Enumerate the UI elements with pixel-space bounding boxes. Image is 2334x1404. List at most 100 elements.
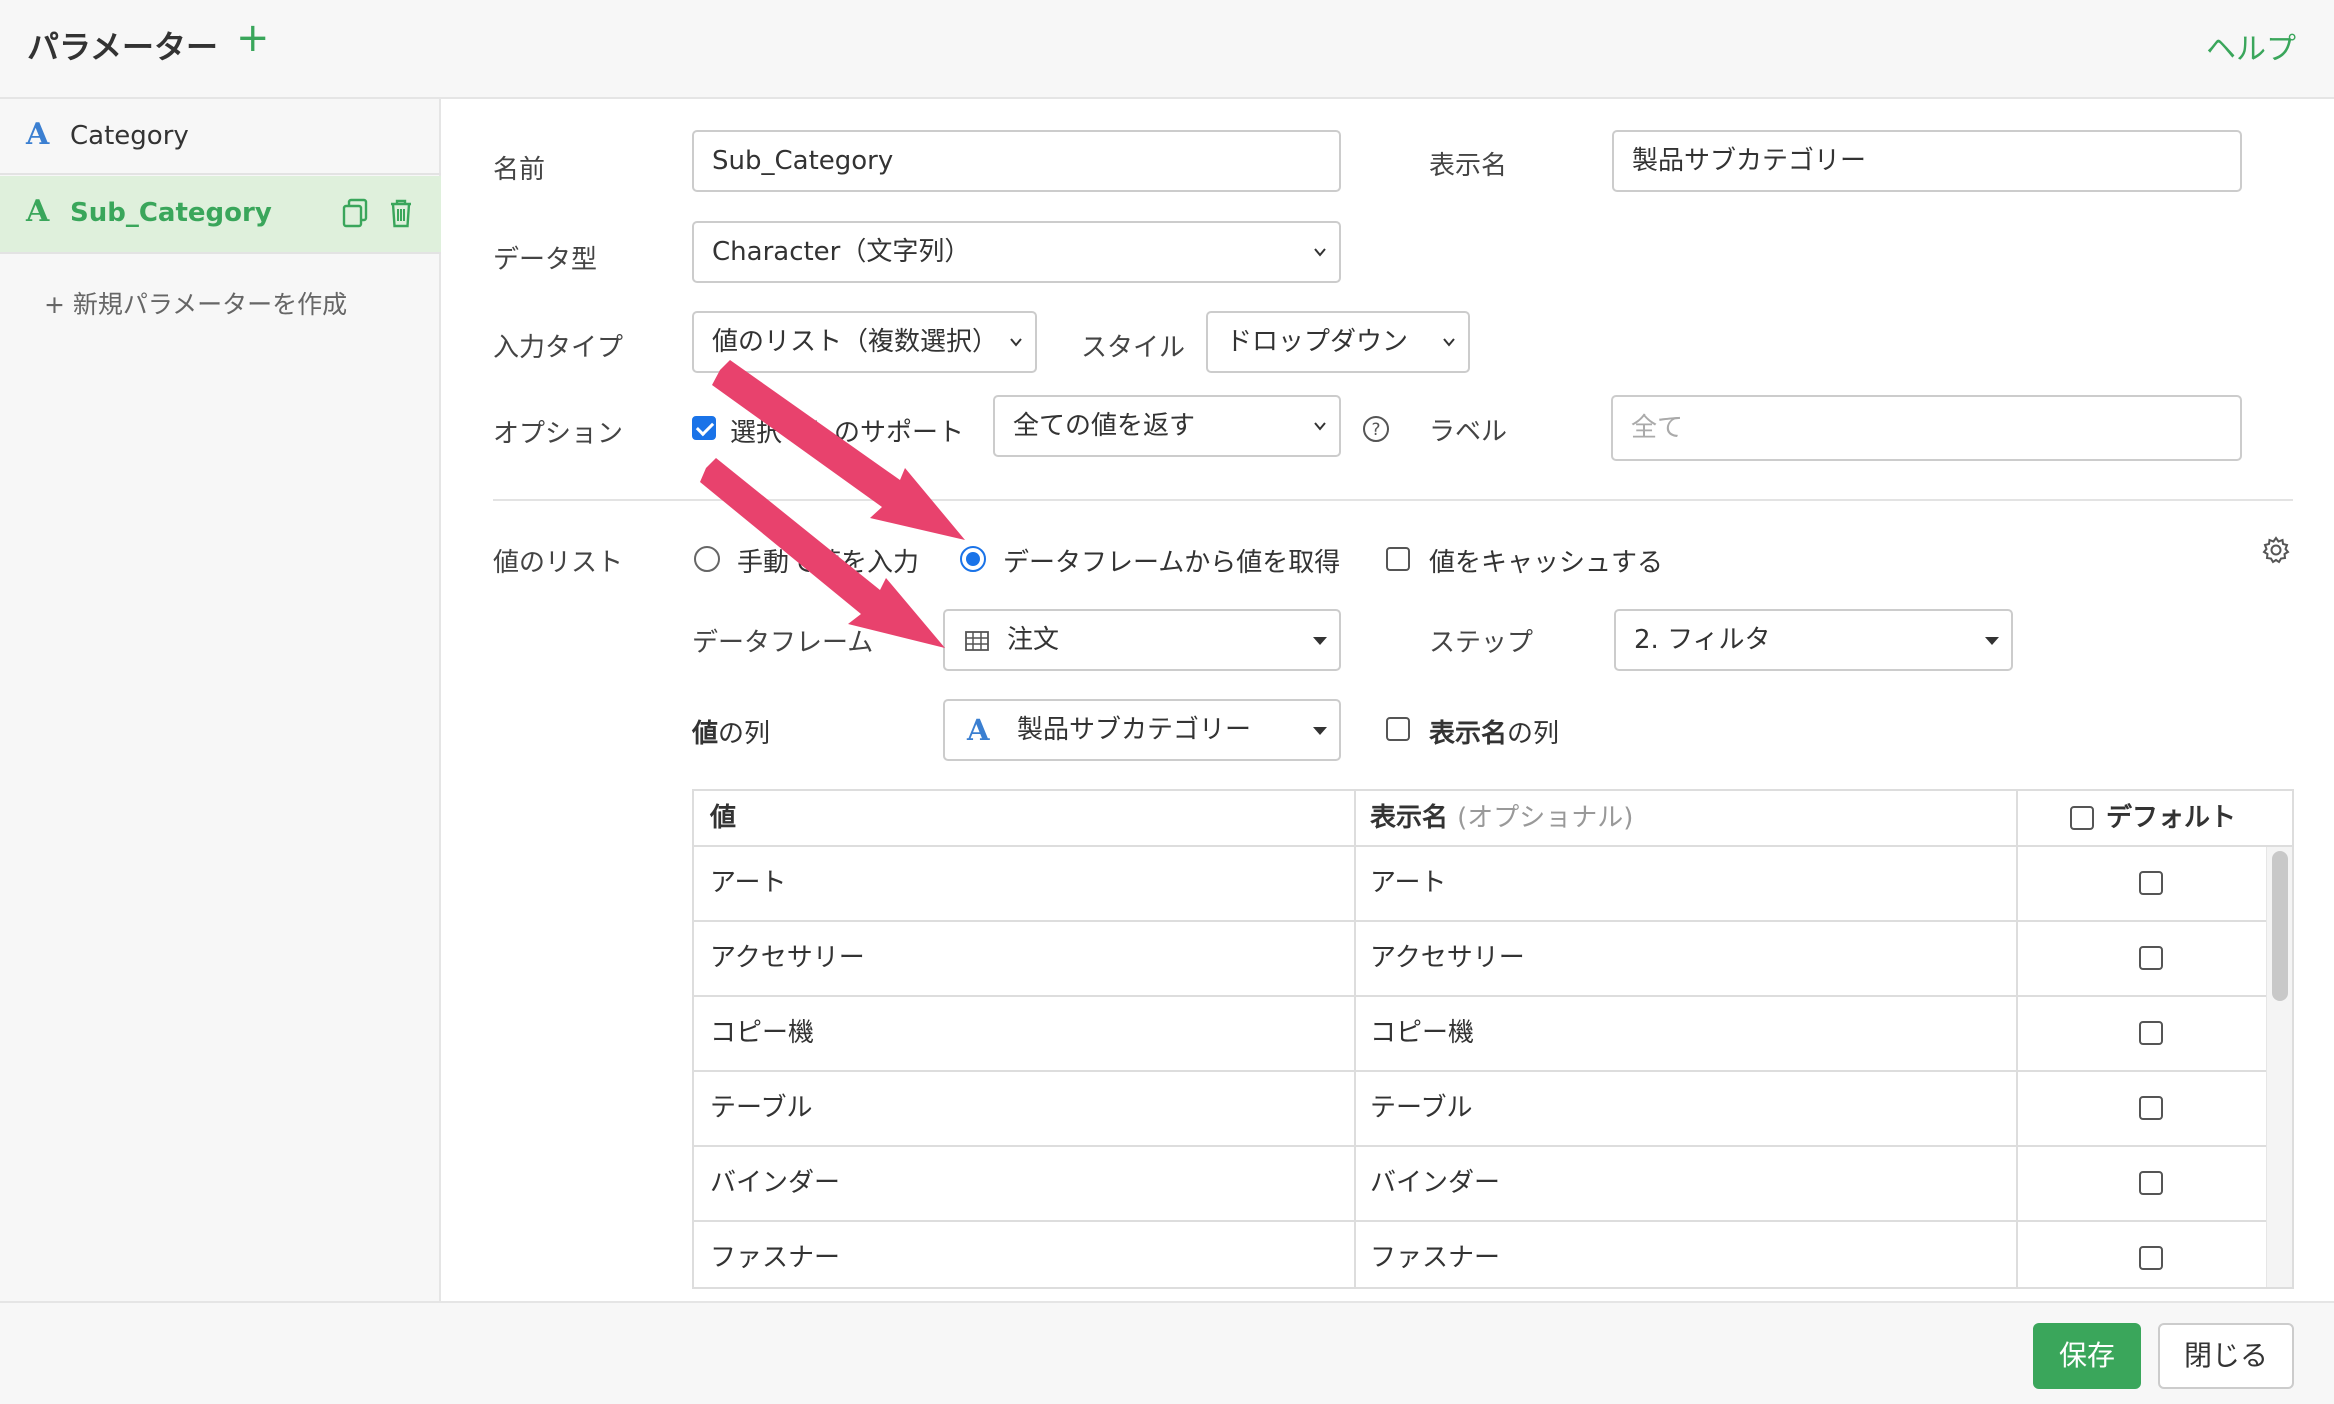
table-row: コピー機 コピー機 — [694, 997, 2266, 1072]
header-optional-text: (オプショナル) — [1457, 803, 1634, 833]
display-name-column-checkbox[interactable] — [1386, 717, 1410, 741]
dialog-footer: 保存 閉じる — [0, 1301, 2334, 1404]
cache-values-checkbox[interactable] — [1386, 547, 1410, 571]
parameter-sidebar: A Category A Sub_Category + 新規パラメーターを作成 — [0, 99, 441, 1301]
character-type-icon: A — [967, 713, 990, 747]
chevron-down-icon — [1443, 338, 1455, 347]
chevron-down-icon — [1010, 338, 1022, 347]
display-name-column-label: 表示名の列 — [1429, 713, 1559, 750]
help-icon-glyph: ? — [1371, 420, 1380, 440]
input-type-select[interactable]: 値のリスト（複数選択） — [692, 311, 1037, 373]
default-checkbox[interactable] — [2139, 1096, 2163, 1120]
help-icon[interactable]: ? — [1362, 415, 1390, 443]
dataframe-value: 注文 — [1007, 625, 1060, 655]
value-column-select[interactable]: A 製品サブカテゴリー — [943, 699, 1341, 761]
support-no-selection-checkbox[interactable] — [692, 416, 716, 440]
style-select[interactable]: ドロップダウン — [1206, 311, 1470, 373]
cache-values-label: 値をキャッシュする — [1429, 548, 1664, 578]
sidebar-item-label: Category — [70, 121, 189, 151]
character-type-icon: A — [26, 194, 50, 229]
cell-display-name[interactable]: コピー機 — [1354, 997, 2016, 1070]
new-parameter-link[interactable]: + 新規パラメーターを作成 — [44, 285, 347, 321]
header-display-name-text: 表示名 — [1370, 803, 1449, 833]
header-default: デフォルト — [2016, 791, 2292, 847]
name-input[interactable]: Sub_Category — [692, 130, 1341, 192]
label-input[interactable]: 全て — [1611, 395, 2242, 461]
data-type-select[interactable]: Character（文字列） — [692, 221, 1341, 283]
input-type-label: 入力タイプ — [493, 333, 624, 363]
default-checkbox[interactable] — [2139, 946, 2163, 970]
cell-display-name[interactable]: バインダー — [1354, 1147, 2016, 1220]
table-row: ファスナー ファスナー — [694, 1222, 2266, 1287]
support-no-selection-label: 選択なしのサポート — [730, 418, 965, 448]
cell-display-name[interactable]: アクセサリー — [1354, 922, 2016, 995]
value-column-label-bold: 値 — [692, 719, 719, 749]
trash-icon[interactable] — [388, 198, 414, 228]
cell-value[interactable]: アート — [694, 847, 1354, 920]
default-checkbox[interactable] — [2139, 1246, 2163, 1270]
sidebar-item-label: Sub_Category — [70, 198, 272, 228]
values-table: 値 表示名 (オプショナル) デフォルト アート アート アクセサリー アクセサ… — [692, 789, 2294, 1289]
select-all-default-checkbox[interactable] — [2070, 806, 2094, 830]
parameter-form: 名前 Sub_Category 表示名 製品サブカテゴリー データ型 Chara… — [443, 99, 2334, 1301]
cell-value[interactable]: アクセサリー — [694, 922, 1354, 995]
table-row: テーブル テーブル — [694, 1072, 2266, 1147]
dataframe-label: データフレーム — [692, 628, 874, 658]
value-column-label-rest: の列 — [718, 719, 771, 749]
dialog-header: パラメーター + ヘルプ — [0, 0, 2334, 99]
default-checkbox[interactable] — [2139, 1021, 2163, 1045]
return-values-value: 全ての値を返す — [1013, 411, 1196, 441]
return-values-select[interactable]: 全ての値を返す — [993, 395, 1341, 457]
cell-value[interactable]: ファスナー — [694, 1222, 1354, 1287]
display-name-input[interactable]: 製品サブカテゴリー — [1612, 130, 2242, 192]
option-label: オプション — [493, 419, 624, 449]
dataframe-source-radio[interactable] — [960, 546, 986, 572]
table-row: アート アート — [694, 847, 2266, 922]
help-link[interactable]: ヘルプ — [2206, 24, 2296, 68]
style-value: ドロップダウン — [1226, 327, 1409, 357]
manual-entry-label: 手動で値を入力 — [737, 548, 920, 578]
cell-display-name[interactable]: ファスナー — [1354, 1222, 2016, 1287]
manual-entry-radio[interactable] — [694, 546, 720, 572]
table-row: アクセサリー アクセサリー — [694, 922, 2266, 997]
cell-value[interactable]: テーブル — [694, 1072, 1354, 1145]
value-list-label: 値のリスト — [493, 548, 624, 578]
cell-value[interactable]: コピー機 — [694, 997, 1354, 1070]
gear-icon[interactable] — [2261, 535, 2291, 565]
header-display-name: 表示名 (オプショナル) — [1354, 791, 2016, 847]
sidebar-item-category[interactable]: A Category — [0, 99, 441, 175]
close-button[interactable]: 閉じる — [2158, 1323, 2294, 1389]
duplicate-icon[interactable] — [342, 198, 368, 228]
default-checkbox[interactable] — [2139, 1171, 2163, 1195]
name-label: 名前 — [493, 155, 546, 185]
chevron-down-icon — [1314, 248, 1326, 257]
cell-display-name[interactable]: アート — [1354, 847, 2016, 920]
caret-down-icon — [1985, 637, 1999, 645]
style-label: スタイル — [1081, 333, 1186, 363]
step-select[interactable]: 2. フィルタ — [1614, 609, 2013, 671]
default-checkbox[interactable] — [2139, 871, 2163, 895]
cell-value[interactable]: バインダー — [694, 1147, 1354, 1220]
display-name-column-label-bold: 表示名 — [1429, 719, 1508, 749]
header-value: 値 — [710, 803, 737, 833]
step-label: ステップ — [1429, 628, 1534, 658]
cell-display-name[interactable]: テーブル — [1354, 1072, 2016, 1145]
dataframe-select[interactable]: 注文 — [943, 609, 1341, 671]
input-type-value: 値のリスト（複数選択） — [712, 327, 999, 357]
data-type-value: Character（文字列） — [712, 237, 971, 267]
display-name-label: 表示名 — [1429, 151, 1508, 181]
table-scrollbar-thumb[interactable] — [2272, 851, 2288, 1001]
chevron-down-icon — [1314, 422, 1326, 431]
save-button[interactable]: 保存 — [2033, 1323, 2141, 1389]
caret-down-icon — [1313, 637, 1327, 645]
label-label: ラベル — [1429, 417, 1508, 447]
value-column-label: 値の列 — [692, 713, 770, 750]
sidebar-item-sub-category[interactable]: A Sub_Category — [0, 176, 441, 254]
dialog-title: パラメーター — [27, 28, 219, 66]
value-column-value: 製品サブカテゴリー — [1017, 715, 1252, 745]
section-divider — [493, 499, 2293, 501]
display-name-column-label-rest: の列 — [1507, 719, 1560, 749]
add-parameter-icon[interactable]: + — [236, 18, 270, 58]
table-row: バインダー バインダー — [694, 1147, 2266, 1222]
data-type-label: データ型 — [493, 245, 598, 275]
